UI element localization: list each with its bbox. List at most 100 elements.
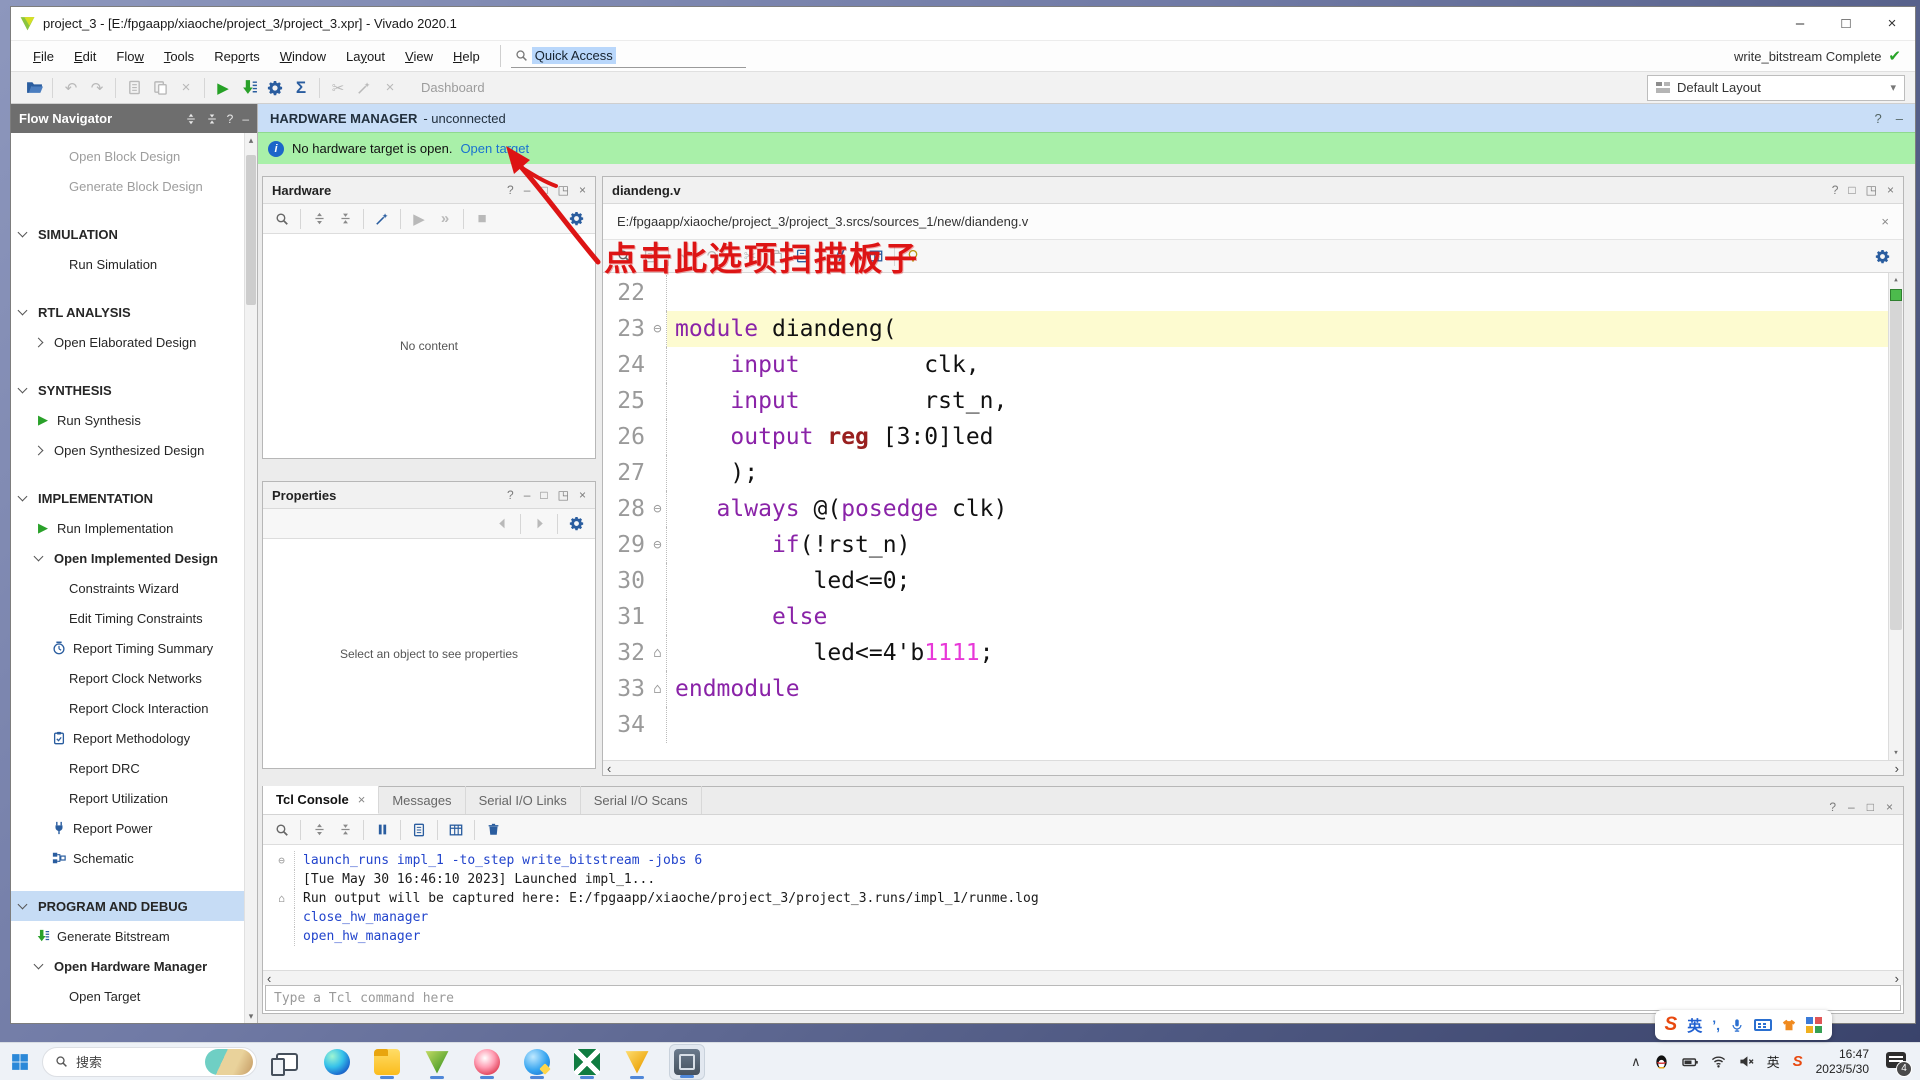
flow-nav-run-implementation[interactable]: ▶Run Implementation <box>11 513 257 543</box>
layout-selector[interactable]: Default Layout ▾ <box>1647 75 1905 101</box>
fold-close-icon[interactable]: ⌂ <box>649 671 667 707</box>
auto-connect-icon[interactable] <box>369 207 395 231</box>
expand-all-icon[interactable] <box>332 818 358 842</box>
flow-nav-report-power[interactable]: Report Power <box>11 813 257 843</box>
delete-button[interactable]: × <box>173 76 199 100</box>
quick-access-input[interactable]: Quick Access <box>511 44 746 68</box>
flow-nav-open-elaborated-design[interactable]: Open Elaborated Design <box>11 327 257 357</box>
cancel-disabled-button[interactable]: × <box>377 76 403 100</box>
ime-punctuation-icon[interactable]: ’, <box>1712 1017 1720 1033</box>
taskbar-clock[interactable]: 16:47 2023/5/30 <box>1816 1047 1869 1077</box>
close-icon[interactable]: × <box>579 183 586 197</box>
taskbar-search[interactable]: 搜索 <box>42 1047 257 1077</box>
collapse-all-icon[interactable] <box>306 818 332 842</box>
menu-edit[interactable]: Edit <box>64 45 106 68</box>
help-icon[interactable]: ? <box>227 112 234 126</box>
code-line-22[interactable]: 22 <box>603 275 1888 311</box>
flow-nav-schematic[interactable]: Schematic <box>11 843 257 873</box>
flow-nav-run-simulation[interactable]: Run Simulation <box>11 249 257 279</box>
tcl-log-line[interactable]: open_hw_manager <box>263 927 1903 946</box>
fold-open-icon[interactable]: ⊖ <box>649 491 667 527</box>
maximize-icon[interactable]: □ <box>1867 800 1874 814</box>
scrollbar-thumb[interactable] <box>1890 289 1902 630</box>
active-app-icon[interactable] <box>669 1044 705 1080</box>
code-line-29[interactable]: 29⊖ if(!rst_n) <box>603 527 1888 563</box>
ime-menu-icon[interactable] <box>1806 1017 1822 1033</box>
tab-serial-i-o-links[interactable]: Serial I/O Links <box>466 786 581 814</box>
code-line-28[interactable]: 28⊖ always @(posedge clk) <box>603 491 1888 527</box>
maximize-icon[interactable]: □ <box>540 488 547 502</box>
menu-window[interactable]: Window <box>270 45 336 68</box>
close-button[interactable]: × <box>1869 7 1915 40</box>
code-line-33[interactable]: 33⌂endmodule <box>603 671 1888 707</box>
help-icon[interactable]: ? <box>507 183 514 197</box>
flow-nav-edit-timing-constraints[interactable]: Edit Timing Constraints <box>11 603 257 633</box>
flow-nav-open-block-design[interactable]: Open Block Design <box>11 141 257 171</box>
flow-nav-open-synthesized-design[interactable]: Open Synthesized Design <box>11 435 257 465</box>
excel-icon[interactable] <box>569 1044 605 1080</box>
redo-button[interactable]: ↷ <box>84 76 110 100</box>
menu-flow[interactable]: Flow <box>106 45 153 68</box>
scroll-down-icon[interactable]: ▾ <box>1889 746 1903 760</box>
settings-button[interactable] <box>262 76 288 100</box>
scroll-down-icon[interactable]: ▾ <box>245 1009 257 1023</box>
dashboard-label[interactable]: Dashboard <box>421 80 485 95</box>
maximize-button[interactable]: □ <box>1823 7 1869 40</box>
battery-icon[interactable] <box>1682 1054 1698 1070</box>
tcl-horizontal-scrollbar[interactable]: ‹ › <box>263 970 1903 985</box>
code-line-25[interactable]: 25 input rst_n, <box>603 383 1888 419</box>
open-project-button[interactable] <box>21 76 47 100</box>
copy-button[interactable] <box>121 76 147 100</box>
run-icon[interactable]: ▶ <box>406 207 432 231</box>
task-view-icon[interactable] <box>269 1044 305 1080</box>
qq-tray-icon[interactable] <box>1654 1054 1669 1069</box>
flow-nav-rtl-analysis[interactable]: RTL ANALYSIS <box>11 297 257 327</box>
menu-layout[interactable]: Layout <box>336 45 395 68</box>
hardware-panel-header[interactable]: Hardware ? – □ ◳ × <box>263 177 595 204</box>
menu-tools[interactable]: Tools <box>154 45 204 68</box>
collapse-all-icon[interactable] <box>306 207 332 231</box>
editor-vertical-scrollbar[interactable]: ▴ ▾ <box>1888 273 1903 760</box>
file-explorer-icon[interactable] <box>369 1044 405 1080</box>
fold-close-icon[interactable]: ⌂ <box>269 889 295 908</box>
tcl-command-input[interactable]: Type a Tcl command here <box>265 985 1901 1011</box>
flow-nav-open-hardware-manager[interactable]: Open Hardware Manager <box>11 951 257 981</box>
flow-nav-report-drc[interactable]: Report DRC <box>11 753 257 783</box>
expand-all-icon[interactable] <box>332 207 358 231</box>
scrollbar-thumb[interactable] <box>246 155 256 305</box>
tcl-log[interactable]: ⊖launch_runs impl_1 -to_step write_bitst… <box>263 845 1903 970</box>
scroll-right-icon[interactable]: › <box>1895 761 1899 776</box>
flow-nav-report-clock-networks[interactable]: Report Clock Networks <box>11 663 257 693</box>
back-icon[interactable] <box>489 512 515 536</box>
edit-disabled-button[interactable] <box>351 76 377 100</box>
microphone-icon[interactable] <box>1730 1018 1744 1032</box>
help-icon[interactable]: ? <box>1832 183 1839 197</box>
menu-view[interactable]: View <box>395 45 443 68</box>
code-editor[interactable]: 2223⊖module diandeng(24 input clk,25 inp… <box>603 273 1903 760</box>
sigma-report-button[interactable]: Σ <box>288 76 314 100</box>
scroll-right-icon[interactable]: › <box>1895 971 1899 986</box>
toggle-comment-icon[interactable]: // <box>826 244 852 268</box>
editor-horizontal-scrollbar[interactable]: ‹ › <box>603 760 1903 775</box>
minimize-icon[interactable]: – <box>524 183 531 197</box>
copy-icon[interactable] <box>763 244 789 268</box>
close-icon[interactable]: × <box>1886 800 1893 814</box>
properties-panel-header[interactable]: Properties ? – □ ◳ × <box>263 482 595 509</box>
close-icon[interactable]: × <box>1887 183 1894 197</box>
search-icon[interactable] <box>269 818 295 842</box>
code-line-34[interactable]: 34 <box>603 707 1888 743</box>
flow-nav-implementation[interactable]: IMPLEMENTATION <box>11 483 257 513</box>
search-highlight-image[interactable] <box>205 1049 253 1075</box>
scroll-up-icon[interactable]: ▴ <box>245 133 257 147</box>
fold-open-icon[interactable]: ⊖ <box>649 527 667 563</box>
close-icon[interactable]: × <box>1881 214 1889 229</box>
wifi-icon[interactable] <box>1711 1054 1726 1069</box>
tcl-log-line[interactable]: ⌂Run output will be captured here: E:/fp… <box>263 889 1903 908</box>
flow-nav-constraints-wizard[interactable]: Constraints Wizard <box>11 573 257 603</box>
report-icon[interactable] <box>443 818 469 842</box>
scroll-left-icon[interactable]: ‹ <box>267 971 271 986</box>
save-icon[interactable] <box>637 244 663 268</box>
stop-icon[interactable]: ■ <box>469 207 495 231</box>
float-icon[interactable]: ◳ <box>1866 183 1877 197</box>
help-icon[interactable]: ? <box>1875 111 1882 126</box>
